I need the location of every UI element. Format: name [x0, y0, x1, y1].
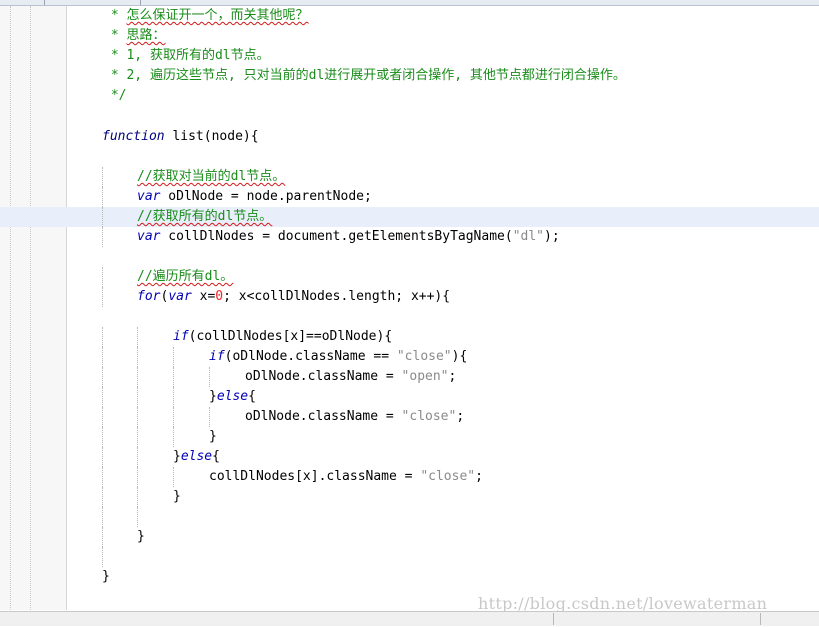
code-line: for(var x=0; x<collDlNodes.length; x++){	[0, 287, 819, 307]
code-line: //遍历所有dl。	[0, 267, 819, 287]
code-line: * 怎么保证开一个，而关其他呢？	[103, 8, 309, 23]
keyword: if	[209, 349, 225, 364]
code-line: * 2, 遍历这些节点, 只对当前的dl进行展开或者闭合操作, 其他节点都进行闭…	[103, 68, 626, 83]
keyword: for	[137, 289, 161, 304]
keyword: else	[216, 389, 249, 404]
status-bar	[0, 611, 819, 626]
code-line: }	[0, 427, 819, 447]
keyword: else	[180, 449, 213, 464]
code-line: var oDlNode = node.parentNode;	[0, 187, 819, 207]
comment-text: //遍历所有dl。	[137, 269, 234, 284]
code-line	[0, 547, 819, 567]
string-literal: "close"	[396, 349, 452, 364]
code-line: oDlNode.className = "close";	[0, 407, 819, 427]
comment-text: //获取对当前的dl节点。	[137, 169, 286, 184]
keyword: var	[168, 289, 192, 304]
current-code-line: //获取所有的dl节点。	[0, 207, 819, 227]
string-literal: "close"	[401, 409, 457, 424]
comment-text: 1, 获取所有的dl节点。	[126, 48, 270, 63]
comment-text: 怎么保证开一个，而关其他呢？	[126, 8, 309, 23]
comment-text: 2, 遍历这些节点, 只对当前的dl进行展开或者闭合操作, 其他节点都进行闭合操…	[126, 68, 626, 83]
status-divider	[553, 613, 554, 625]
code-line: }	[0, 527, 819, 547]
keyword: if	[173, 329, 189, 344]
string-literal: "close"	[420, 469, 476, 484]
status-divider	[760, 613, 761, 625]
code-editor[interactable]: * 怎么保证开一个，而关其他呢？ * 思路： * 1, 获取所有的dl节点。 *…	[0, 6, 819, 610]
string-literal: "open"	[401, 369, 449, 384]
comment-end: */	[103, 88, 127, 103]
comment-text: 思路：	[126, 28, 166, 43]
tab-divider	[140, 0, 141, 5]
code-line: collDlNodes[x].className = "close";	[0, 467, 819, 487]
code-line: var collDlNodes = document.getElementsBy…	[0, 227, 819, 247]
code-line: }else{	[0, 387, 819, 407]
tab-divider	[44, 0, 45, 5]
code-line: }	[102, 569, 110, 584]
keyword: var	[137, 189, 161, 204]
code-line: function list(node){	[102, 129, 259, 144]
code-line: */	[0, 86, 819, 106]
keyword: var	[137, 229, 161, 244]
code-line: }	[0, 487, 819, 507]
code-line: }else{	[0, 447, 819, 467]
number-literal: 0	[215, 289, 224, 304]
comment-text: //获取所有的dl节点。	[137, 209, 273, 224]
keyword: function	[102, 129, 165, 144]
string-literal: "dl"	[512, 229, 544, 244]
code-line: * 思路：	[103, 28, 166, 43]
code-line: if(collDlNodes[x]==oDlNode){	[0, 327, 819, 347]
code-line: if(oDlNode.className == "close"){	[0, 347, 819, 367]
code-line: oDlNode.className = "open";	[0, 367, 819, 387]
code-line	[0, 507, 819, 527]
code-line: * 1, 获取所有的dl节点。	[103, 48, 270, 63]
code-line: //获取对当前的dl节点。	[0, 167, 819, 187]
